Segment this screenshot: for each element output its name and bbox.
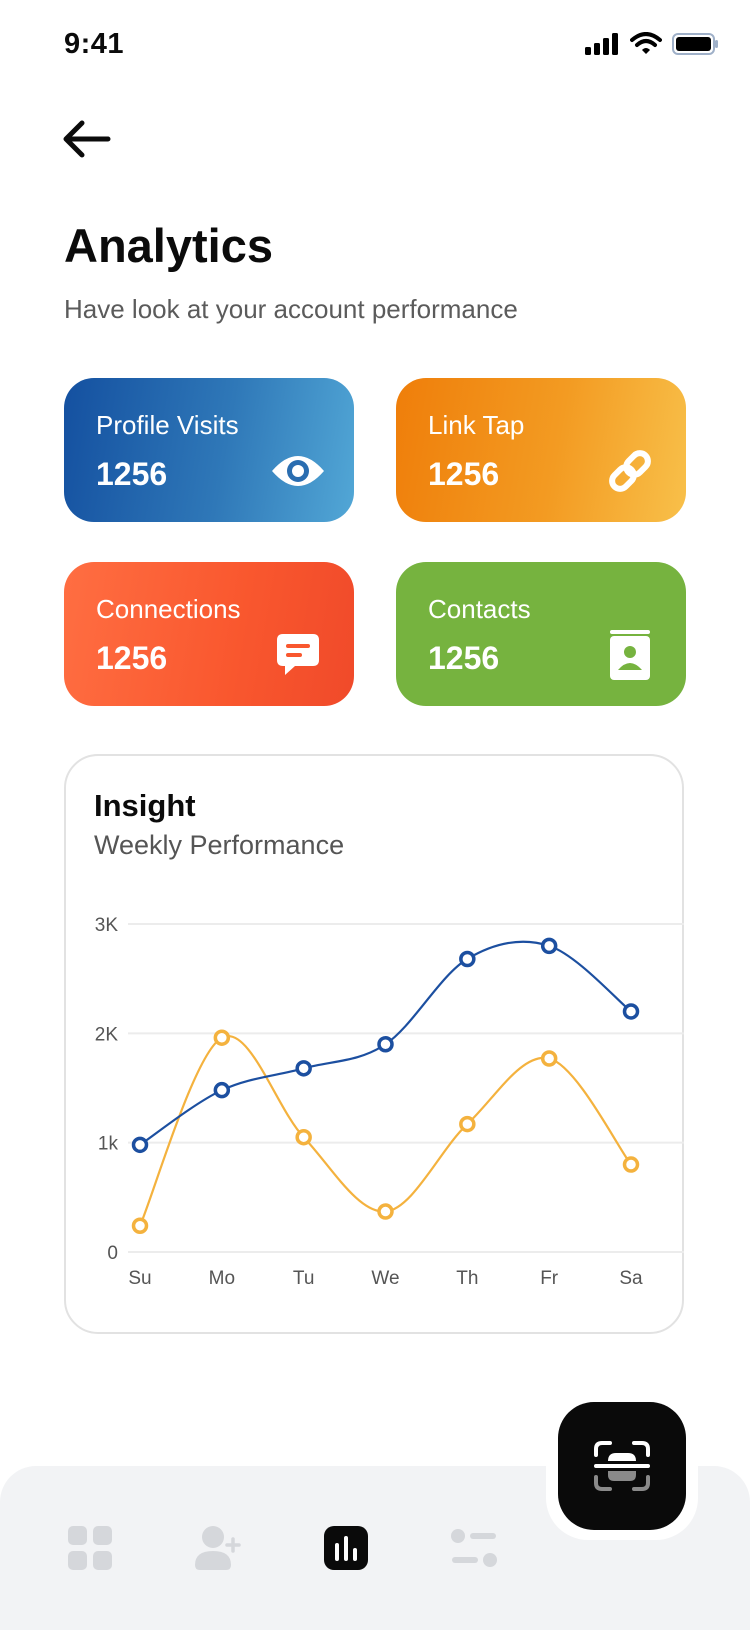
weekly-performance-chart: 0 1k 2K 3K Su Mo Tu We Th Fr Sa xyxy=(95,915,684,1289)
contact-book-icon xyxy=(602,630,658,680)
card-value: 1256 xyxy=(96,456,168,492)
back-button[interactable] xyxy=(56,112,116,162)
card-label: Profile Visits xyxy=(96,410,239,440)
status-time: 9:41 xyxy=(64,28,125,60)
data-point xyxy=(131,1136,149,1154)
series-line xyxy=(138,1034,632,1227)
x-tick-label: Th xyxy=(456,1268,478,1289)
data-point xyxy=(295,1128,312,1146)
link-tap-card[interactable]: Link Tap 1256 xyxy=(396,378,686,522)
x-tick-label: Mo xyxy=(209,1268,235,1289)
connections-card[interactable]: Connections 1256 xyxy=(64,562,354,706)
data-point xyxy=(377,1203,394,1220)
data-point xyxy=(459,1115,476,1133)
x-tick-label: Sa xyxy=(619,1268,643,1289)
nav-add-user[interactable] xyxy=(192,1522,244,1574)
nav-analytics[interactable] xyxy=(320,1522,372,1574)
x-tick-label: Tu xyxy=(293,1268,314,1289)
data-point xyxy=(131,1217,149,1235)
contacts-card[interactable]: Contacts 1256 xyxy=(396,562,686,706)
insight-card: Insight Weekly Performance 0 1k 2K 3K Su Mo Tu… xyxy=(64,754,684,1334)
signal-icon xyxy=(585,33,618,55)
x-tick-label: Su xyxy=(128,1268,151,1289)
data-point xyxy=(540,937,558,955)
nav-settings[interactable] xyxy=(448,1522,500,1574)
data-point xyxy=(213,1029,231,1046)
data-point xyxy=(622,1156,640,1173)
scan-button[interactable] xyxy=(558,1402,686,1530)
status-icons xyxy=(584,32,720,56)
chat-icon xyxy=(270,630,326,680)
data-point xyxy=(377,1036,394,1053)
card-label: Link Tap xyxy=(428,410,525,440)
data-point xyxy=(295,1060,312,1077)
data-point xyxy=(459,950,476,968)
card-value: 1256 xyxy=(428,640,500,676)
settings-sliders-icon xyxy=(451,1529,497,1567)
eye-icon xyxy=(270,446,326,496)
dashboard-icon xyxy=(68,1526,112,1570)
card-value: 1256 xyxy=(96,640,168,676)
data-point xyxy=(540,1050,558,1067)
page-title: Analytics xyxy=(64,219,273,272)
data-point xyxy=(622,1003,640,1020)
y-tick-label: 3K xyxy=(95,915,119,936)
add-user-icon xyxy=(195,1526,241,1570)
x-tick-label: Fr xyxy=(540,1268,559,1289)
y-tick-label: 1k xyxy=(98,1134,119,1155)
x-tick-label: We xyxy=(371,1268,399,1289)
profile-visits-card[interactable]: Profile Visits 1256 xyxy=(64,378,354,522)
wifi-icon xyxy=(630,32,662,54)
data-point xyxy=(213,1081,231,1099)
card-label: Connections xyxy=(96,594,241,624)
nav-dashboard[interactable] xyxy=(64,1522,116,1574)
scan-icon xyxy=(594,1441,650,1491)
card-label: Contacts xyxy=(428,594,531,624)
card-value: 1256 xyxy=(428,456,500,492)
analytics-icon xyxy=(324,1526,368,1570)
arrow-left-icon xyxy=(63,120,111,158)
battery-icon xyxy=(672,33,718,55)
y-tick-label: 0 xyxy=(107,1243,118,1264)
page-subtitle: Have look at your account performance xyxy=(64,294,518,324)
y-tick-label: 2K xyxy=(95,1024,119,1045)
link-icon xyxy=(602,446,658,496)
